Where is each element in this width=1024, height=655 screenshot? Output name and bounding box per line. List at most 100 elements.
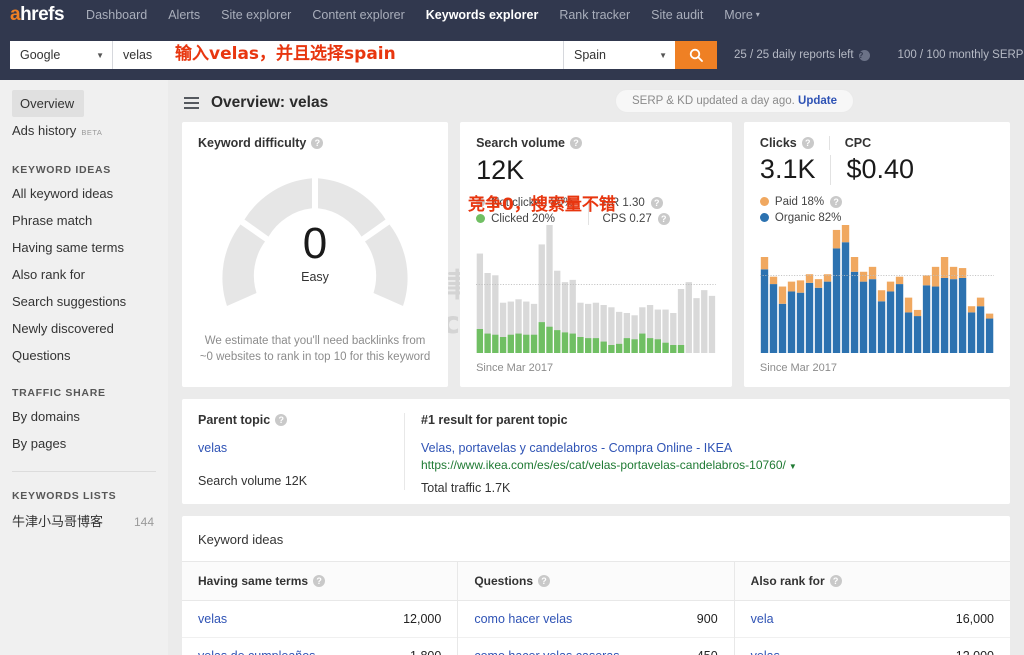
sidebar-item-all-keyword-ideas[interactable]: All keyword ideas bbox=[0, 180, 168, 207]
column-header: Having same terms ? bbox=[182, 561, 458, 601]
sidebar-item-newly-discovered[interactable]: Newly discovered bbox=[0, 315, 168, 342]
top-result-url[interactable]: https://www.ikea.com/es/es/cat/velas-por… bbox=[421, 458, 994, 472]
nav-item-more[interactable]: More ▾ bbox=[724, 8, 760, 22]
help-icon[interactable]: ? bbox=[570, 137, 583, 149]
sidebar-item-keyword-list[interactable]: 牛津小马哥博客 144 bbox=[0, 506, 168, 535]
sidebar-item-search-suggestions[interactable]: Search suggestions bbox=[0, 288, 168, 315]
search-engine-select[interactable]: Google ▼ bbox=[10, 41, 113, 69]
sidebar-item-also-rank-for[interactable]: Also rank for bbox=[0, 261, 168, 288]
help-icon[interactable]: ? bbox=[830, 195, 843, 208]
parent-topic-card: Parent topic ? velas Search volume 12K #… bbox=[182, 399, 1010, 504]
keyword-volume: 1,800 bbox=[410, 649, 441, 655]
help-icon[interactable]: ? bbox=[538, 575, 551, 587]
nav-label: Alerts bbox=[168, 8, 201, 22]
nav-item-dashboard[interactable]: Dashboard bbox=[86, 8, 147, 22]
search-volume-card: Search volume ? 12K Not clicked 80% Clic… bbox=[460, 122, 732, 387]
serp-update-link[interactable]: Update bbox=[798, 95, 837, 107]
main-content: 公众号：牛津小马哥 xmgseo.com Overview: velas SER… bbox=[168, 80, 1024, 655]
parent-topic-right: #1 result for parent topic Velas, portav… bbox=[404, 413, 1010, 495]
legend-label: Organic 82% bbox=[774, 211, 842, 224]
sidebar-item-by-domains[interactable]: By domains bbox=[0, 403, 168, 430]
page-title: Overview: velas bbox=[211, 94, 329, 111]
keyword-link[interactable]: vela bbox=[751, 612, 774, 626]
help-icon[interactable]: ? bbox=[650, 196, 663, 209]
nav-item-site-audit[interactable]: Site audit bbox=[651, 8, 703, 22]
chevron-down-icon: ▼ bbox=[96, 50, 104, 60]
keyword-list-label: 牛津小马哥博客 bbox=[12, 514, 104, 529]
keyword-ideas-columns: Having same terms ? velas 12,000 velas d… bbox=[182, 561, 1010, 655]
legend-dot bbox=[759, 197, 769, 207]
menu-toggle-icon[interactable] bbox=[184, 94, 199, 112]
help-icon[interactable]: ? bbox=[858, 49, 870, 61]
parent-topic-search-volume: Search volume 12K bbox=[198, 474, 308, 488]
sidebar-item-ads-history[interactable]: Ads history BETA bbox=[0, 117, 168, 146]
help-icon[interactable]: ? bbox=[829, 575, 842, 587]
nav-label: Site audit bbox=[651, 8, 704, 22]
sidebar-item-label: Ads history bbox=[12, 123, 77, 138]
nav-item-content-explorer[interactable]: Content explorer bbox=[312, 8, 404, 22]
cpc-value: $0.40 bbox=[830, 154, 914, 185]
metrics-cards-row: Keyword difficulty ? 0 Easy We estimate … bbox=[168, 122, 1024, 387]
sidebar-item-label: Search suggestions bbox=[12, 294, 127, 309]
help-icon[interactable]: ? bbox=[801, 137, 814, 149]
keyword-link[interactable]: como hacer velas bbox=[474, 612, 572, 626]
table-row: como hacer velas 900 bbox=[458, 601, 734, 638]
sidebar-item-label: All keyword ideas bbox=[12, 186, 114, 201]
legend-dot bbox=[759, 213, 769, 223]
keyword-input[interactable]: velas bbox=[113, 41, 563, 69]
clicks-chart-svg bbox=[759, 225, 994, 353]
sidebar-item-label: Phrase match bbox=[12, 213, 93, 228]
sidebar-item-by-pages[interactable]: By pages bbox=[0, 430, 168, 457]
serp-notice-text: SERP & KD updated a day ago. bbox=[632, 95, 795, 107]
country-select[interactable]: Spain ▼ bbox=[563, 41, 675, 69]
beta-badge: BETA bbox=[81, 128, 103, 137]
search-bar: Google ▼ velas Spain ▼ 25 / 25 daily rep… bbox=[0, 30, 1024, 80]
nav-item-rank-tracker[interactable]: Rank tracker bbox=[559, 8, 630, 22]
column-header-text: Having same terms bbox=[198, 574, 309, 588]
help-icon[interactable]: ? bbox=[657, 212, 670, 225]
sidebar-item-having-same-terms[interactable]: Having same terms bbox=[0, 234, 168, 261]
parent-topic-keyword-link[interactable]: velas bbox=[198, 441, 388, 455]
sidebar-item-phrase-match[interactable]: Phrase match bbox=[0, 207, 168, 234]
sidebar-item-questions[interactable]: Questions bbox=[0, 342, 168, 369]
search-volume-value: 12K bbox=[476, 155, 525, 185]
daily-reports-text: 25 / 25 daily reports left bbox=[734, 49, 854, 61]
help-icon[interactable]: ? bbox=[275, 414, 288, 426]
keyword-link[interactable]: como hacer velas caseras bbox=[474, 649, 619, 655]
keyword-ideas-card: Keyword ideas Having same terms ? velas … bbox=[182, 516, 1010, 655]
search-button[interactable] bbox=[675, 41, 717, 69]
table-row: vela 16,000 bbox=[734, 601, 1010, 638]
legend-dot bbox=[476, 214, 486, 224]
nav-label: Dashboard bbox=[86, 8, 148, 22]
sidebar-item-label: Overview bbox=[20, 96, 75, 111]
sidebar-item-label: Questions bbox=[12, 348, 71, 363]
help-icon[interactable]: ? bbox=[311, 137, 324, 149]
keyword-ideas-column-having-same-terms: Having same terms ? velas 12,000 velas d… bbox=[182, 561, 458, 655]
nav-item-alerts[interactable]: Alerts bbox=[168, 8, 200, 22]
total-traffic: Total traffic 1.7K bbox=[421, 481, 511, 495]
keyword-link[interactable]: velas bbox=[751, 649, 780, 655]
kd-label: Easy bbox=[301, 270, 329, 284]
kd-note-line2: ~0 websites to rank in top 10 for this k… bbox=[199, 351, 431, 363]
search-engine-value: Google bbox=[20, 48, 61, 62]
column-header: Also rank for ? bbox=[734, 561, 1010, 601]
sidebar-item-overview[interactable]: Overview bbox=[12, 90, 85, 117]
chevron-down-icon[interactable]: ▼ bbox=[789, 462, 797, 471]
sidebar-header-keyword-ideas: KEYWORD IDEAS bbox=[12, 164, 111, 176]
country-value: Spain bbox=[574, 48, 606, 62]
nav-item-keywords-explorer[interactable]: Keywords explorer bbox=[426, 8, 539, 22]
nav-item-site-explorer[interactable]: Site explorer bbox=[221, 8, 291, 22]
chevron-down-icon: ▼ bbox=[659, 50, 667, 60]
ahrefs-logo[interactable]: ahrefs bbox=[10, 4, 65, 26]
keyword-link[interactable]: velas de cumpleaños bbox=[198, 649, 315, 655]
clicks-since: Since Mar 2017 bbox=[759, 362, 837, 374]
help-icon[interactable]: ? bbox=[313, 575, 326, 587]
sidebar-item-label: Having same terms bbox=[12, 240, 124, 255]
keyword-link[interactable]: velas bbox=[198, 612, 227, 626]
kd-note-line1: We estimate that you'll need backlinks f… bbox=[204, 335, 426, 347]
sidebar: Overview Ads history BETA KEYWORD IDEAS … bbox=[0, 80, 168, 655]
keyword-volume: 450 bbox=[697, 649, 718, 655]
top-result-link[interactable]: Velas, portavelas y candelabros - Compra… bbox=[421, 441, 994, 455]
table-row: velas 12,000 bbox=[735, 638, 1010, 655]
kd-gauge: 0 Easy bbox=[215, 178, 415, 308]
